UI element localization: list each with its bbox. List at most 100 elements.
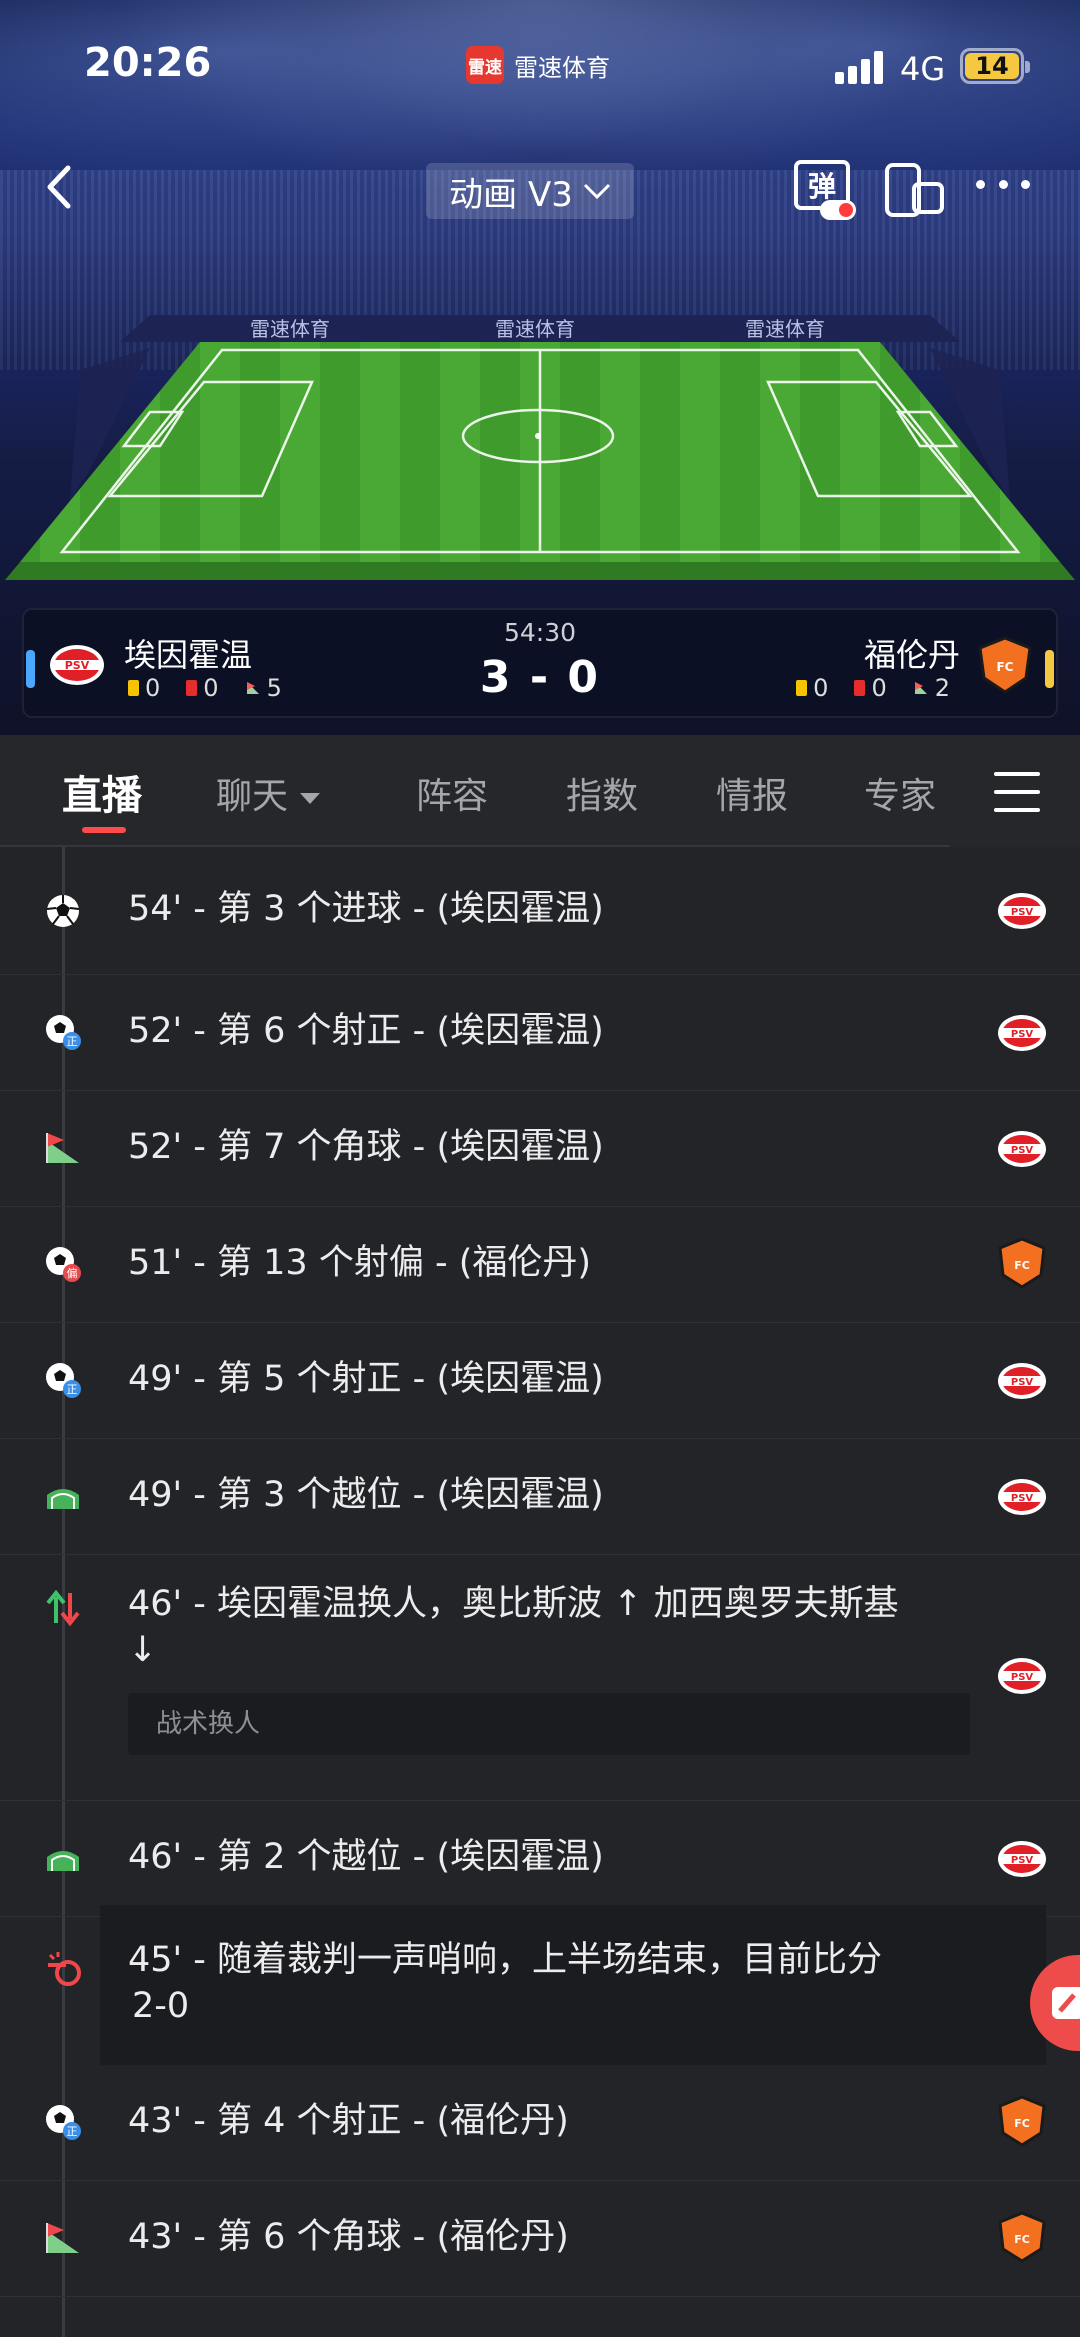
yellow-card-icon [796,680,808,696]
event-text: 54' - 第 3 个进球 - (埃因霍温) [128,889,604,929]
event-text: 51' - 第 13 个射偏 - (福伦丹) [128,1243,592,1283]
volendam-crest-icon: FC [998,2095,1046,2147]
away-stats: 0 0 2 [796,674,950,702]
battery-icon: 14 [960,48,1030,84]
event-feed: 54' - 第 3 个进球 - (埃因霍温) PSV 正 52' - 第 6 个… [0,847,1080,2337]
event-row: 49' - 第 3 个越位 - (埃因霍温) PSV [0,1439,1080,1555]
signal-icon [835,50,887,84]
psv-crest-icon: PSV [998,1841,1046,1877]
volendam-crest-icon: FC [998,1237,1046,1289]
tab-intel[interactable]: 情报 [716,767,788,819]
event-row: 43' - 第 6 个角球 - (福伦丹) FC [0,2181,1080,2297]
pencil-icon [1052,1987,1080,2019]
app-logo: 雷速 [466,46,504,84]
volendam-crest-icon: FC [998,2211,1046,2263]
svg-text:FC: FC [1014,2117,1030,2130]
event-text: 43' - 第 6 个角球 - (福伦丹) [128,2217,569,2257]
app-name: 雷速体育 [514,53,610,82]
event-row: 46' - 埃因霍温换人，奥比斯波 ↑ 加西奥罗夫斯基 ↓ 战术换人 PSV [0,1555,1080,1801]
offside-icon [47,1489,79,1509]
event-text: 49' - 第 5 个射正 - (埃因霍温) [128,1359,604,1399]
corner-icon [46,1133,79,1163]
svg-text:PSV: PSV [1011,907,1034,918]
tab-lineup[interactable]: 阵容 [416,767,488,819]
event-row: 正 52' - 第 6 个射正 - (埃因霍温) PSV [0,975,1080,1091]
event-row: 45' - 随着裁判一声哨响，上半场结束，目前比分 2-0 [0,1905,1080,2065]
event-text-cont: ↓ [128,1630,158,1670]
svg-text:偏: 偏 [67,1266,78,1280]
shot-off-target-icon: 偏 [46,1247,81,1282]
event-text: 52' - 第 7 个角球 - (埃因霍温) [128,1127,604,1167]
ad-board-text: 雷速体育 [745,317,825,341]
event-row: 52' - 第 7 个角球 - (埃因霍温) PSV [0,1091,1080,1207]
event-text: 46' - 埃因霍温换人，奥比斯波 ↑ 加西奥罗夫斯基 [128,1584,899,1624]
event-row: 正 43' - 第 4 个射正 - (福伦丹) FC [0,2065,1080,2181]
svg-text:正: 正 [67,2125,78,2138]
svg-text:PSV: PSV [1011,1855,1034,1866]
tab-live[interactable]: 直播 [62,763,142,821]
psv-crest-icon: PSV [998,1479,1046,1515]
more-icon[interactable] [976,180,1030,194]
psv-crest-icon: PSV [998,1015,1046,1051]
event-text: 52' - 第 6 个射正 - (埃因霍温) [128,1011,604,1051]
event-row: 54' - 第 3 个进球 - (埃因霍温) PSV [0,847,1080,975]
svg-text:PSV: PSV [1011,1029,1034,1040]
red-card-icon [854,680,866,696]
tab-chat-label: 聊天 [216,776,289,817]
away-corner-count: 2 [934,674,950,702]
svg-text:PSV: PSV [1011,1672,1034,1683]
battery-level: 14 [965,52,1019,80]
stadium-hero: 雷速体育 雷速体育 雷速体育 20:26 雷速 雷速体育 4G 14 动画 V3… [0,0,1080,735]
screen-switch-icon[interactable] [884,162,946,218]
event-text: 43' - 第 4 个射正 - (福伦丹) [128,2101,569,2141]
event-note: 战术换人 [128,1693,970,1755]
shot-on-target-icon: 正 [46,1363,81,1398]
tab-experts[interactable]: 专家 [864,767,936,819]
psv-crest-icon: PSV [998,1363,1046,1399]
danmu-toggle[interactable]: 弹 [794,160,856,220]
tab-active-indicator [82,827,126,833]
event-text: 49' - 第 3 个越位 - (埃因霍温) [128,1475,604,1515]
status-time: 20:26 [84,40,212,86]
offside-icon [47,1851,79,1871]
menu-icon[interactable] [994,772,1040,812]
shot-on-target-icon: 正 [46,2105,81,2140]
animation-mode-dropdown[interactable]: 动画 V3 [426,163,634,219]
svg-text:FC: FC [1014,2233,1030,2246]
svg-text:正: 正 [67,1383,78,1396]
app-badge: 雷速 雷速体育 [466,46,610,84]
svg-text:正: 正 [67,1035,78,1048]
scoreboard: PSV 埃因霍温 0 0 5 54:30 3 - 0 福伦丹 0 0 2 FC [22,608,1058,718]
chevron-down-icon [300,792,321,804]
away-team-name[interactable]: 福伦丹 [864,630,960,676]
corner-flag-icon [914,682,927,694]
goal-icon [46,895,80,927]
event-row: 偏 51' - 第 13 个射偏 - (福伦丹) FC [0,1207,1080,1323]
away-crest-icon[interactable]: FC [976,636,1034,694]
event-text: 46' - 第 2 个越位 - (埃因霍温) [128,1837,604,1877]
svg-text:PSV: PSV [1011,1377,1034,1388]
away-yellow-count: 0 [813,674,829,702]
tab-odds[interactable]: 指数 [566,767,638,819]
animation-mode-label: 动画 V3 [449,174,573,215]
psv-crest-icon: PSV [998,1131,1046,1167]
chevron-down-icon [583,183,610,200]
substitution-icon [46,1589,80,1627]
toggle-switch-icon [820,200,856,220]
ad-board-text: 雷速体育 [495,317,575,341]
event-row: 46' - 第 2 个越位 - (埃因霍温) PSV [0,1801,1080,1917]
svg-text:PSV: PSV [1011,1145,1034,1156]
event-row: 正 49' - 第 5 个射正 - (埃因霍温) PSV [0,1323,1080,1439]
back-icon[interactable] [40,162,80,212]
away-crest-text: FC [996,660,1013,674]
tab-chat[interactable]: 聊天 [216,767,321,819]
status-bar: 20:26 雷速 雷速体育 4G 14 [0,0,1080,130]
away-red-count: 0 [871,674,887,702]
psv-crest-icon: PSV [998,1658,1046,1694]
whistle-icon [48,1952,81,1986]
event-text: 45' - 随着裁判一声哨响，上半场结束，目前比分 [128,1940,883,1980]
tab-bar: 直播 聊天 阵容 指数 情报 专家 [0,735,1080,847]
event-text-cont: 2-0 [132,1986,190,2026]
shot-on-target-icon: 正 [46,1015,81,1050]
svg-text:PSV: PSV [1011,1493,1034,1504]
